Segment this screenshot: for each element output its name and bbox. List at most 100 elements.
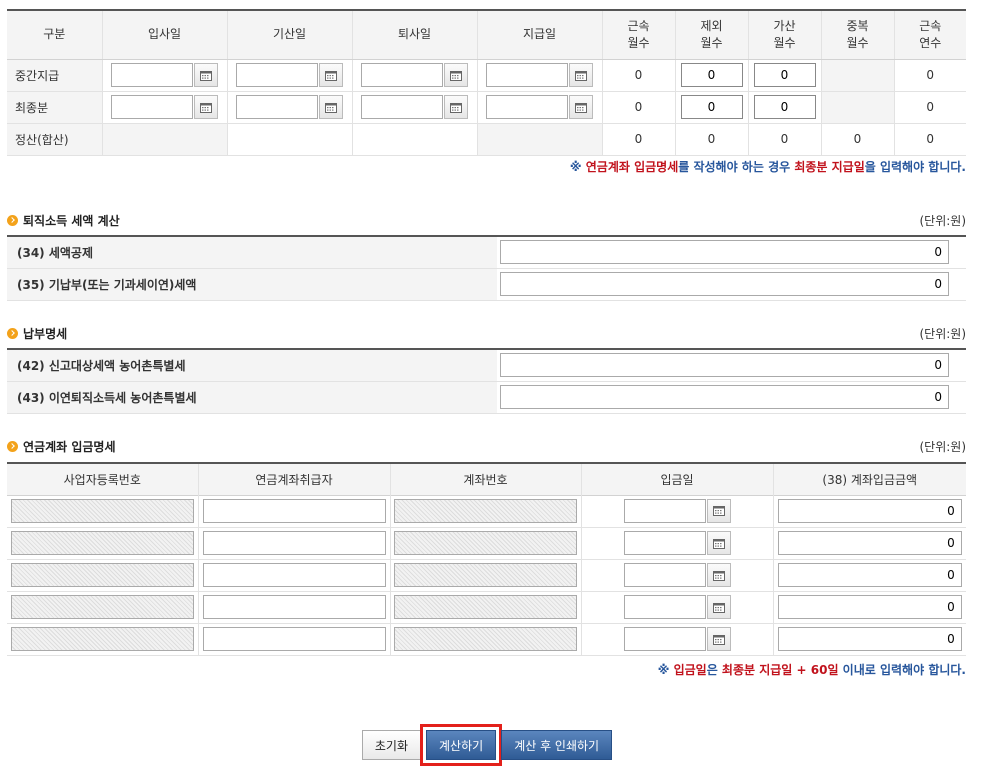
calendar-icon[interactable] (319, 95, 343, 119)
service-years-value: 0 (893, 91, 966, 124)
start-date-input[interactable] (236, 63, 318, 87)
unit-label: (단위:원) (919, 326, 966, 341)
pay-date-input[interactable] (486, 95, 568, 119)
deposit-amount-input[interactable] (777, 627, 962, 651)
calendar-icon[interactable] (444, 63, 468, 87)
excluded-months-input[interactable] (680, 95, 743, 119)
business-no-input[interactable] (10, 531, 194, 555)
table-row (7, 495, 966, 528)
hire-date-input[interactable] (111, 63, 193, 87)
account-handler-input[interactable] (202, 498, 386, 523)
table-row: (35) 기납부(또는 기과세이연)세액 (7, 268, 966, 301)
section-title: 납부명세 (23, 326, 68, 341)
calculate-print-button[interactable]: 계산 후 인쇄하기 (501, 730, 613, 760)
account-no-input[interactable] (394, 595, 577, 619)
deposit-date-input[interactable] (623, 498, 706, 523)
calendar-icon[interactable] (569, 95, 593, 119)
prepaid-tax-input[interactable] (500, 272, 949, 296)
payment-table: (42) 신고대상세액 농어촌특별세 (43) 이연퇴직소득세 농어촌특별세 (7, 348, 966, 414)
leave-date-input[interactable] (361, 63, 443, 87)
col-start-date: 기산일 (226, 10, 352, 60)
deposit-rows (7, 495, 966, 656)
business-no-input[interactable] (10, 498, 194, 523)
bullet-icon (7, 440, 18, 452)
col-category: 구분 (7, 10, 102, 60)
col-duplicate-months: 중복 월수 (820, 10, 894, 60)
deposit-date-note: ※ 입금일은 최종분 지급일 + 60일 이내로 입력해야 합니다. (657, 663, 966, 677)
col-hire-date: 입사일 (101, 10, 227, 60)
business-no-input[interactable] (10, 563, 194, 587)
duplicate-months-value (820, 91, 894, 124)
added-months-input[interactable] (753, 63, 816, 87)
table-row: 최종분 0 0 (7, 91, 966, 124)
col-service-years: 근속 연수 (893, 10, 966, 60)
added-months-input[interactable] (753, 95, 816, 119)
table-row: 중간지급 0 0 (7, 59, 966, 92)
calendar-icon[interactable] (706, 627, 731, 651)
bullet-icon (7, 214, 18, 226)
reset-button[interactable]: 초기화 (361, 730, 422, 760)
account-handler-input[interactable] (202, 531, 386, 555)
deposit-date-input[interactable] (623, 595, 706, 619)
action-buttons: 초기화 계산하기 계산 후 인쇄하기 (0, 724, 974, 766)
tax-section-header: 퇴직소득 세액 계산 (단위:원) (7, 211, 966, 229)
excluded-months-input[interactable] (680, 63, 743, 87)
pay-date-input[interactable] (486, 63, 568, 87)
business-no-input[interactable] (10, 595, 194, 619)
account-no-input[interactable] (394, 627, 577, 651)
table-row: (43) 이연퇴직소득세 농어촌특별세 (7, 381, 966, 414)
calendar-icon[interactable] (194, 63, 218, 87)
account-no-input[interactable] (394, 531, 577, 555)
account-no-input[interactable] (394, 498, 577, 523)
calendar-icon[interactable] (444, 95, 468, 119)
deposit-amount-input[interactable] (777, 563, 962, 587)
service-years-value: 0 (893, 123, 966, 156)
tax-credit-input[interactable] (500, 240, 949, 265)
added-months-value: 0 (747, 123, 821, 156)
table-row (7, 623, 966, 656)
section-title: 연금계좌 입금명세 (23, 439, 116, 454)
account-no-input[interactable] (394, 563, 577, 587)
deposit-date-input[interactable] (623, 627, 706, 651)
calendar-icon[interactable] (569, 63, 593, 87)
service-months-value: 0 (601, 59, 675, 92)
section-title: 퇴직소득 세액 계산 (23, 213, 120, 228)
service-period-table: 구분 입사일 기산일 퇴사일 지급일 근속 월수 제외 월수 가산 월수 중복 … (7, 9, 966, 156)
calendar-icon[interactable] (706, 563, 731, 587)
col-deposit-amount: (38) 계좌입금금액 (772, 463, 966, 496)
account-handler-input[interactable] (202, 595, 386, 619)
table-row (7, 591, 966, 624)
business-no-input[interactable] (10, 627, 194, 651)
deposit-date-input[interactable] (623, 531, 706, 555)
calendar-icon[interactable] (706, 498, 731, 523)
leave-date-input[interactable] (361, 95, 443, 119)
calendar-icon[interactable] (319, 63, 343, 87)
rural-tax-input[interactable] (500, 353, 949, 378)
deposit-date-input[interactable] (623, 563, 706, 587)
row-label: (43) 이연퇴직소득세 농어촌특별세 (7, 381, 497, 414)
deposit-table: 사업자등록번호 연금계좌취급자 계좌번호 입금일 (38) 계좌입금금액 (7, 462, 966, 496)
row-label: (35) 기납부(또는 기과세이연)세액 (7, 268, 497, 301)
hire-date-input[interactable] (111, 95, 193, 119)
deposit-amount-input[interactable] (777, 531, 962, 555)
deposit-amount-input[interactable] (777, 595, 962, 619)
duplicate-months-value (820, 59, 894, 92)
bullet-icon (7, 327, 18, 339)
start-date-input[interactable] (236, 95, 318, 119)
table-row: 정산(합산) 0 0 0 0 0 (7, 123, 966, 156)
table-row (7, 527, 966, 560)
deposit-amount-input[interactable] (777, 498, 962, 523)
header-row: 사업자등록번호 연금계좌취급자 계좌번호 입금일 (38) 계좌입금금액 (7, 463, 966, 496)
calendar-icon[interactable] (706, 595, 731, 619)
row-label: (34) 세액공제 (7, 236, 497, 269)
calendar-icon[interactable] (194, 95, 218, 119)
calendar-icon[interactable] (706, 531, 731, 555)
col-deposit-date: 입금일 (580, 463, 773, 496)
col-added-months: 가산 월수 (747, 10, 821, 60)
calculate-button[interactable]: 계산하기 (420, 724, 503, 766)
account-handler-input[interactable] (202, 563, 386, 587)
col-leave-date: 퇴사일 (351, 10, 477, 60)
account-handler-input[interactable] (202, 627, 386, 651)
unit-label: (단위:원) (919, 439, 966, 454)
deferred-rural-tax-input[interactable] (500, 385, 949, 409)
